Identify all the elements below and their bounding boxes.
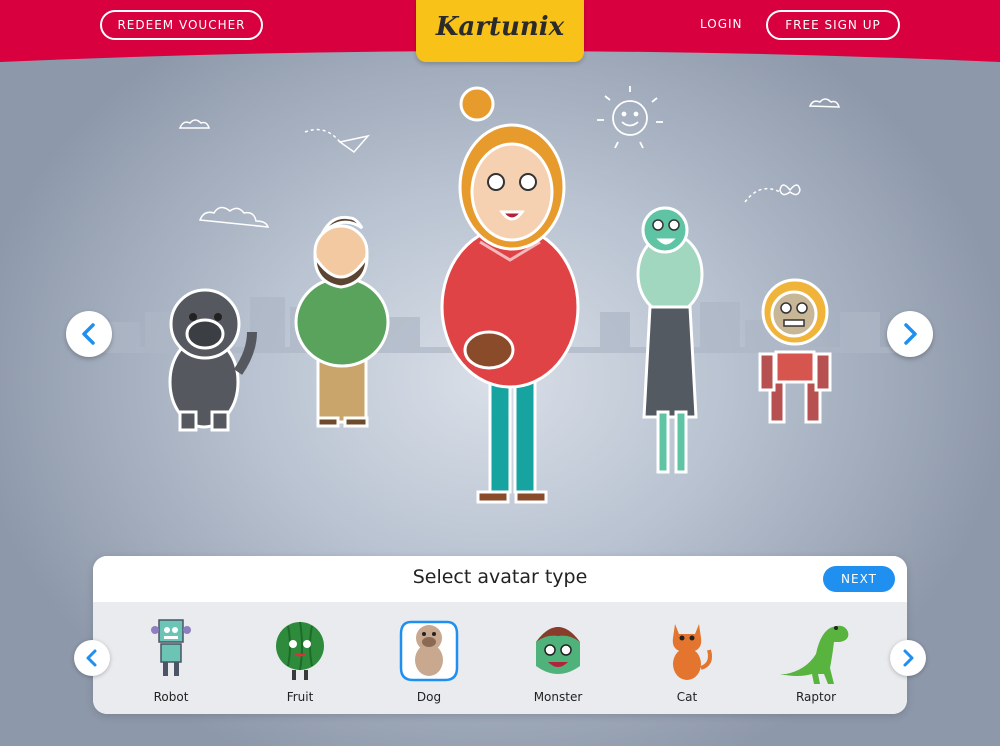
type-item-raptor[interactable]: Raptor <box>761 604 871 712</box>
type-label: Cat <box>676 690 698 704</box>
monster-icon <box>536 627 580 674</box>
chevron-right-icon <box>903 649 914 667</box>
types-next-button[interactable] <box>890 640 926 676</box>
zombie-woman-character[interactable] <box>636 206 704 474</box>
type-label: Monster <box>533 690 583 704</box>
cat-icon <box>672 624 712 680</box>
carousel-next-button[interactable] <box>887 311 933 357</box>
type-item-fruit[interactable]: Fruit <box>245 604 355 712</box>
login-link[interactable]: LOGIN <box>700 15 743 33</box>
avatar-carousel <box>0 62 1000 552</box>
carousel-prev-button[interactable] <box>66 311 112 357</box>
girl-character[interactable] <box>440 86 580 504</box>
types-prev-button[interactable] <box>74 640 110 676</box>
free-signup-button[interactable]: FREE SIGN UP <box>766 10 900 40</box>
chevron-left-icon <box>82 323 95 345</box>
redeem-voucher-button[interactable]: REDEEM VOUCHER <box>100 10 263 40</box>
type-item-dog[interactable]: Dog <box>374 604 484 712</box>
avatar-type-panel: Select avatar type NEXT Robot Fruit Dog … <box>93 556 907 714</box>
scene-illustration <box>100 86 900 504</box>
watermelon-icon <box>276 621 324 680</box>
panel-title: Select avatar type <box>412 566 588 588</box>
dinosaur-icon <box>780 625 849 684</box>
type-label: Fruit <box>286 690 314 704</box>
type-item-robot[interactable]: Robot <box>116 604 226 712</box>
next-button[interactable]: NEXT <box>823 566 895 592</box>
type-label: Dog <box>416 690 442 704</box>
robot-icon <box>151 619 191 676</box>
logo-tab[interactable]: Kartunix <box>416 0 584 62</box>
type-item-cat[interactable]: Cat <box>632 604 742 712</box>
sun-doodle <box>597 86 663 149</box>
type-label: Raptor <box>795 690 837 704</box>
pug-character[interactable] <box>168 288 257 432</box>
chevron-right-icon <box>904 323 917 345</box>
type-item-monster[interactable]: Monster <box>503 604 613 712</box>
panel-header: Select avatar type NEXT <box>93 556 907 602</box>
logo: Kartunix <box>435 12 565 42</box>
dog-icon <box>399 620 459 682</box>
type-label: Robot <box>153 690 189 704</box>
butterfly-doodle <box>779 184 801 196</box>
bearded-man-character[interactable] <box>294 215 390 428</box>
chevron-left-icon <box>86 649 97 667</box>
